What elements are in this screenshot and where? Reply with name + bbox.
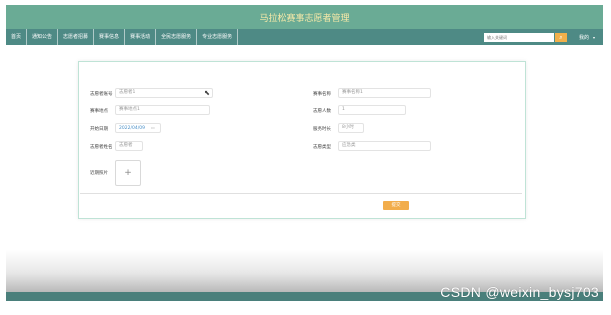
field-event-location: 赛事地点	[90, 108, 108, 114]
app-title: 马拉松赛事志愿者管理	[259, 13, 350, 24]
nav-announcements[interactable]: 通知公告	[27, 29, 59, 45]
field-label: 志愿者账号	[90, 92, 113, 97]
nav-event-info[interactable]: 赛事信息	[94, 29, 126, 45]
nav-event-activity[interactable]: 赛事活动	[125, 29, 157, 45]
photo-upload-button[interactable]: +	[115, 160, 141, 186]
calendar-icon: ▭	[150, 125, 155, 130]
field-label: 开始日期	[90, 127, 108, 132]
chevron-down-icon: ▾	[592, 34, 595, 40]
mouse-cursor-icon: ⬉	[204, 89, 210, 97]
nav-volunteer-recruit[interactable]: 志愿者招募	[58, 29, 95, 45]
field-label: 赛事地点	[90, 109, 108, 114]
field-volunteer-account: 志愿者账号	[90, 91, 113, 97]
field-label: 志愿类型	[313, 145, 331, 150]
volunteer-count-input[interactable]: 1	[338, 105, 406, 115]
form-divider	[80, 193, 522, 194]
field-label: 志愿人数	[313, 109, 331, 114]
user-menu-label: 我的	[578, 34, 589, 41]
service-duration-select[interactable]: 8小时	[338, 123, 364, 133]
field-service-duration: 服务时长	[313, 126, 331, 132]
start-date-picker[interactable]: 2022/04/09 ▭	[115, 123, 161, 133]
field-volunteer-type: 志愿类型	[313, 144, 331, 150]
field-volunteer-name: 志愿者姓名	[90, 144, 113, 150]
app-header: 马拉松赛事志愿者管理	[6, 5, 603, 29]
nav-pro-service[interactable]: 专业志愿服务	[197, 29, 239, 45]
field-volunteer-count: 志愿人数	[313, 108, 331, 114]
field-label: 志愿者姓名	[90, 145, 113, 150]
form-card	[78, 61, 526, 219]
watermark: CSDN @weixin_bysj703	[440, 284, 599, 300]
user-menu[interactable]: 我的 ▾	[579, 34, 595, 41]
event-location-input[interactable]: 赛事地点1	[115, 105, 210, 115]
nav-public-service[interactable]: 全民志愿服务	[156, 29, 198, 45]
field-label: 近期照片	[90, 171, 108, 176]
main-nav: 首页 通知公告 志愿者招募 赛事信息 赛事活动 全民志愿服务 专业志愿服务 ⌕ …	[6, 29, 603, 45]
nav-right-tools: ⌕ 我的▾	[483, 32, 603, 42]
search-input[interactable]	[483, 32, 554, 42]
field-photo: 近期照片	[90, 170, 108, 176]
plus-icon: +	[124, 168, 132, 178]
volunteer-account-input[interactable]: 志愿者1	[115, 88, 213, 98]
search-button[interactable]: ⌕	[554, 32, 567, 42]
field-event-name: 赛事名称	[313, 91, 331, 97]
volunteer-type-input[interactable]: 应急类	[338, 141, 431, 151]
start-date-value: 2022/04/09	[119, 126, 145, 131]
field-label: 赛事名称	[313, 92, 331, 97]
field-label: 服务时长	[313, 127, 331, 132]
nav-home[interactable]: 首页	[6, 29, 28, 45]
submit-button[interactable]: 提交	[383, 201, 409, 210]
search-icon: ⌕	[559, 33, 563, 41]
volunteer-name-input[interactable]: 志愿者	[115, 141, 143, 151]
event-name-input[interactable]: 赛事名称1	[338, 88, 431, 98]
field-start-date: 开始日期	[90, 126, 108, 132]
